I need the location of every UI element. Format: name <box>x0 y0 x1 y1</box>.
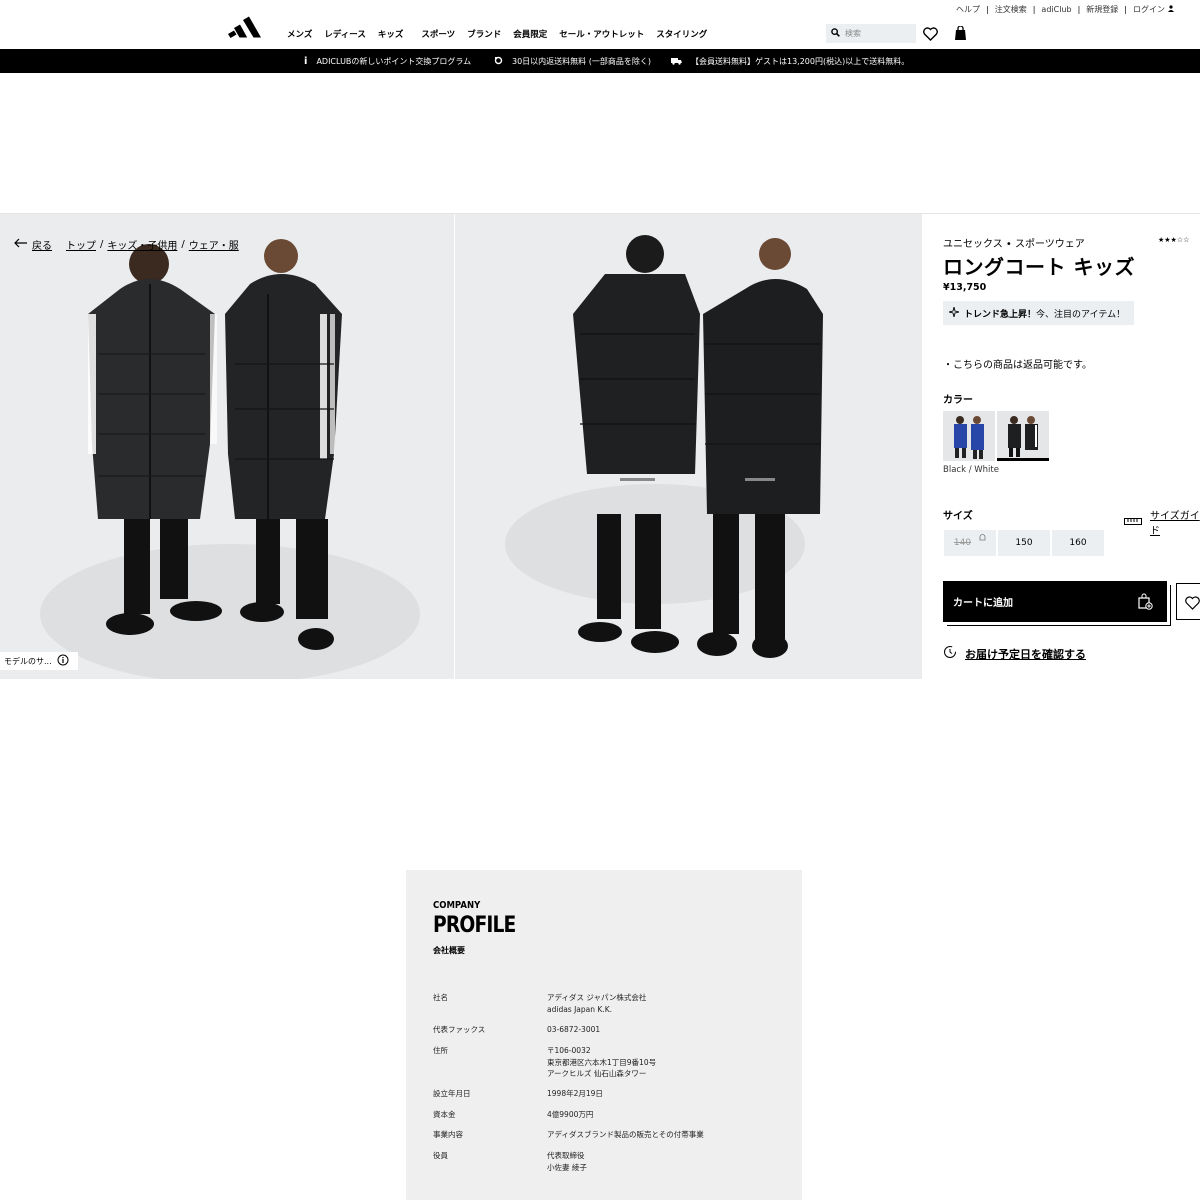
banner-item-points[interactable]: i ADICLUBの新しいポイント交換プログラム <box>304 56 471 67</box>
breadcrumb-kids[interactable]: キッズ・子供用 <box>107 237 177 252</box>
delivery-date-link[interactable]: お届け予定日を確認する <box>943 645 1086 662</box>
company-profile: COMPANY PROFILE 会社概要 社名 アディダス ジャパン株式会社 ad… <box>406 870 802 1200</box>
heart-icon <box>1185 595 1200 614</box>
delivery-label: お届け予定日を確認する <box>965 647 1086 661</box>
order-search-link[interactable]: 注文検索 <box>995 4 1027 15</box>
return-note: ・こちらの商品は返品可能です。 <box>943 360 1092 371</box>
profile-row: 役員 代表取締役 小佐妻 綾子 <box>433 1151 587 1172</box>
user-icon[interactable] <box>1168 5 1174 14</box>
trend-text: 今、注目のアイテム！ <box>1036 309 1126 320</box>
nav-styling[interactable]: スタイリング <box>656 28 707 40</box>
back-arrow-icon <box>14 238 28 251</box>
heart-icon[interactable] <box>923 26 938 45</box>
info-icon: i <box>304 56 308 67</box>
sparkle-icon <box>948 306 960 320</box>
selected-color-name: Black / White <box>943 465 999 475</box>
color-label: カラー <box>943 395 973 406</box>
profile-row: 資本金 4億9900万円 <box>433 1110 594 1119</box>
size-160-button[interactable]: 160 <box>1052 530 1104 556</box>
trend-badge: トレンド急上昇！今、注目のアイテム！ <box>943 301 1134 325</box>
nav-men[interactable]: メンズ <box>287 28 312 40</box>
profile-row: 事業内容 アディダスブランド製品の販売とその付帯事業 <box>433 1130 704 1139</box>
product-image-back[interactable] <box>455 214 922 679</box>
size-label: サイズ <box>943 511 973 522</box>
login-link[interactable]: ログイン <box>1133 4 1165 15</box>
product-price: ¥13,750 <box>943 282 987 293</box>
size-guide-label: サイズガイド <box>1150 511 1200 537</box>
profile-row: 住所 〒106-0032 東京都港区六本木1丁目9番10号 アークヒルズ 仙石山森タ… <box>433 1046 657 1078</box>
product-image-front[interactable] <box>0 214 454 679</box>
color-swatch-blue[interactable] <box>943 411 995 461</box>
profile-row: 設立年月日 1998年2月19日 <box>433 1089 603 1098</box>
banner-item-returns[interactable]: 30日以内返送料無料 (一部商品を除く) <box>494 56 651 67</box>
banner-text: 30日以内返送料無料 (一部商品を除く) <box>512 57 651 66</box>
truck-icon <box>671 57 682 67</box>
rating-stars[interactable]: ★★★☆☆ <box>1158 236 1189 244</box>
adidas-logo[interactable] <box>228 15 262 39</box>
profile-row: 社名 アディダス ジャパン株式会社 adidas Japan K.K. <box>433 993 647 1014</box>
banner-text: 【会員送料無料】ゲストは13,200円(税込)以上で送料無料。 <box>691 57 910 66</box>
product-category: ユニセックス • スポーツウェア <box>943 239 1085 250</box>
register-link[interactable]: 新規登録 <box>1086 4 1118 15</box>
profile-company-label: COMPANY <box>433 900 481 911</box>
size-140-label: 140 <box>953 538 972 548</box>
main-nav: メンズ レディース キッズ スポーツ ブランド 会員限定 セール・アウトレット … <box>287 28 719 40</box>
search-placeholder: 検索 <box>845 29 861 38</box>
breadcrumb-top[interactable]: トップ <box>66 237 96 252</box>
info-circle-icon <box>57 654 69 668</box>
banner-text: ADICLUBの新しいポイント交換プログラム <box>316 57 472 66</box>
wishlist-button[interactable] <box>1176 583 1200 620</box>
add-to-cart-button[interactable]: カートに追加 <box>943 581 1167 622</box>
promo-banner: i ADICLUBの新しいポイント交換プログラム 30日以内返送料無料 (一部商… <box>0 49 1200 73</box>
help-link[interactable]: ヘルプ <box>956 4 980 15</box>
clock-icon <box>943 645 957 662</box>
bag-plus-icon <box>1137 593 1153 613</box>
size-guide-link[interactable]: サイズガイド <box>1124 507 1200 537</box>
banner-item-shipping[interactable]: 【会員送料無料】ゲストは13,200円(税込)以上で送料無料。 <box>671 56 909 67</box>
size-140-unavailable[interactable]: 140 <box>944 530 996 556</box>
nav-brands[interactable]: ブランド <box>467 28 501 40</box>
profile-heading: PROFILE <box>433 913 516 938</box>
bag-icon[interactable] <box>954 25 967 45</box>
color-swatch-black-white[interactable] <box>997 411 1049 461</box>
profile-subheading: 会社概要 <box>433 946 465 955</box>
breadcrumb: 戻る トップ / キッズ・子供用 / ウェア・服 <box>14 237 239 252</box>
nav-kids[interactable]: キッズ <box>378 28 404 40</box>
utility-nav: ヘルプ | 注文検索 | adiClub | 新規登録 | ログイン <box>956 4 1174 15</box>
product-title: ロングコート キッズ <box>943 255 1135 279</box>
add-to-cart-label: カートに追加 <box>953 598 1013 609</box>
return-icon <box>494 56 503 67</box>
bell-icon <box>979 533 986 545</box>
profile-row: 代表ファックス 03-6872-3001 <box>433 1025 601 1034</box>
trend-bold: トレンド急上昇！ <box>964 309 1037 320</box>
breadcrumb-wear[interactable]: ウェア・服 <box>189 237 239 252</box>
model-info-label: モデルのサ... <box>4 656 52 666</box>
model-info-button[interactable]: モデルのサ... <box>0 652 78 670</box>
size-150-button[interactable]: 150 <box>998 530 1050 556</box>
adiclub-link[interactable]: adiClub <box>1041 5 1071 14</box>
ruler-icon <box>1124 517 1142 528</box>
back-link[interactable]: 戻る <box>32 237 52 252</box>
search-icon <box>831 28 845 39</box>
nav-women[interactable]: レディース <box>324 28 365 40</box>
nav-sale[interactable]: セール・アウトレット <box>559 28 644 40</box>
search-input[interactable]: 検索 <box>826 24 916 43</box>
nav-members[interactable]: 会員限定 <box>513 28 547 40</box>
nav-sports[interactable]: スポーツ <box>421 28 455 40</box>
